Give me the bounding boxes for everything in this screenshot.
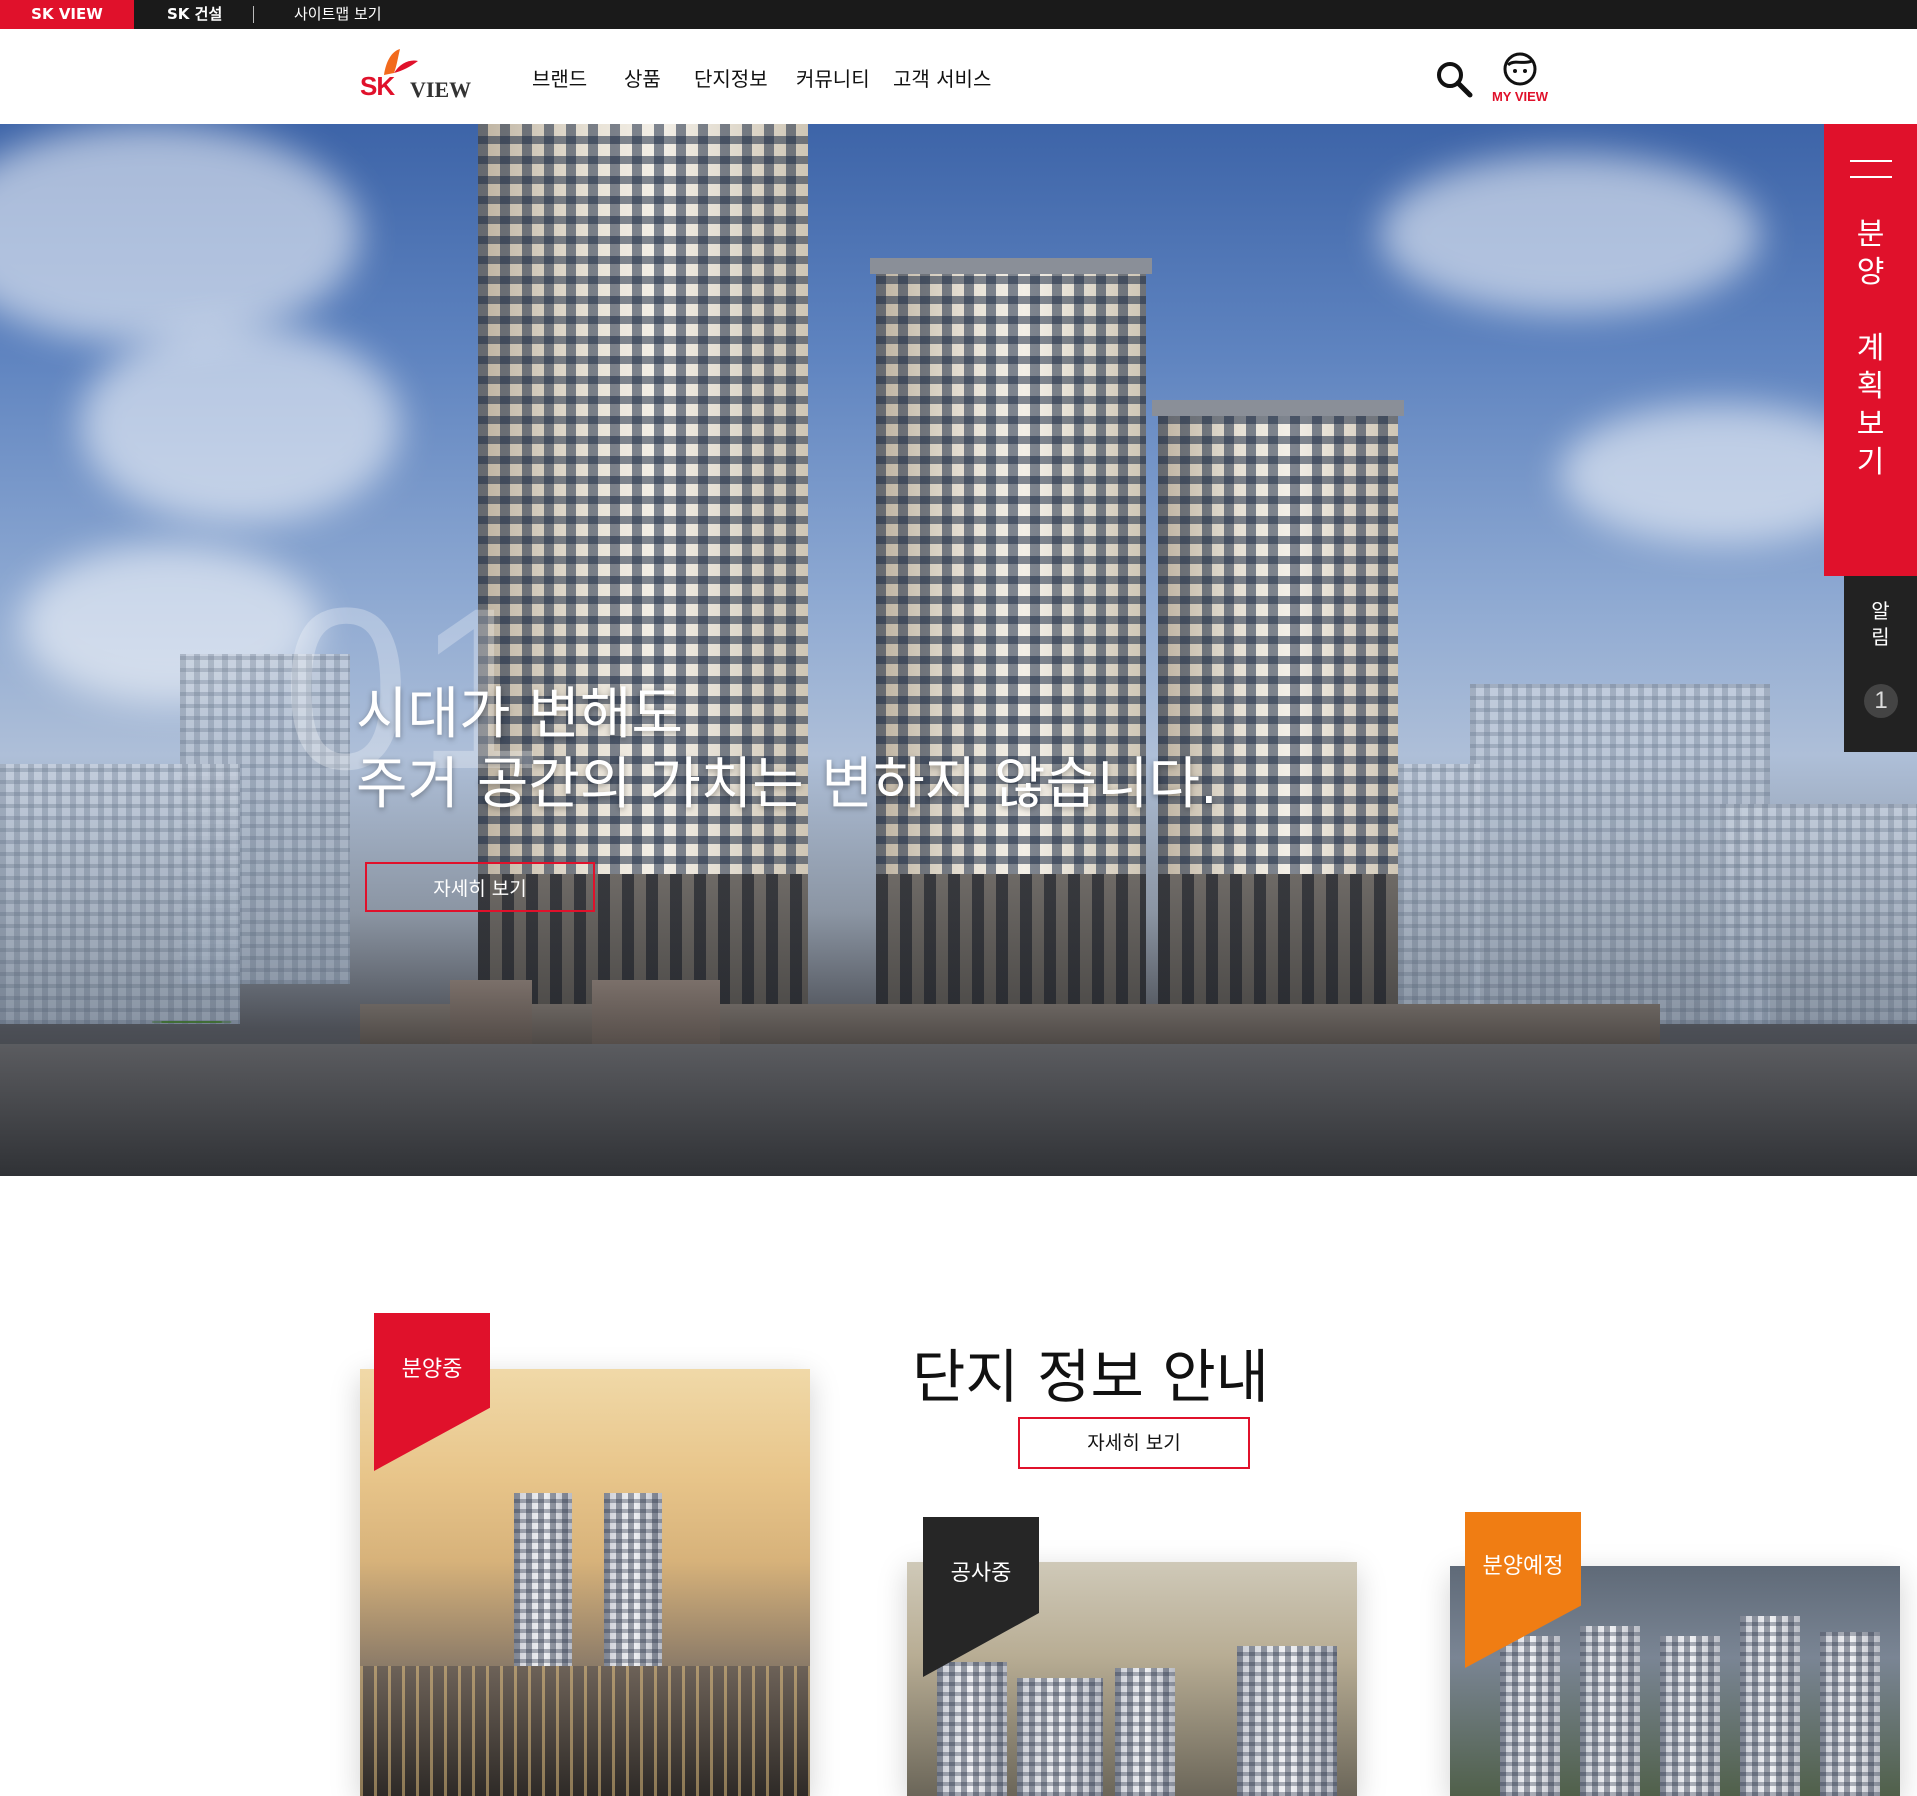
sk-view-logo[interactable]: SK VIEW: [358, 47, 473, 107]
cloud: [0, 124, 360, 344]
hero-title-line1: 시대가 변해도: [356, 682, 683, 747]
menu-icon-line: [1850, 176, 1892, 178]
street: [0, 1044, 1917, 1176]
hero-detail-button[interactable]: 자세히 보기: [365, 862, 595, 912]
complex-detail-button[interactable]: 자세히 보기: [1018, 1417, 1250, 1469]
nav-community[interactable]: 커뮤니티: [796, 63, 870, 92]
sales-plan-tab[interactable]: 분양계획보기: [1824, 124, 1917, 576]
hero-banner: 01 시대가 변해도 주거 공간의 가치는 변하지 않습니다. 자세히 보기: [0, 124, 1917, 1176]
my-view-button[interactable]: MY VIEW: [1488, 51, 1552, 111]
sk-construction-link[interactable]: SK 건설: [167, 0, 222, 29]
menu-icon: [1850, 160, 1892, 162]
card-building: [1740, 1616, 1800, 1796]
logo-view-text: VIEW: [410, 77, 472, 102]
cloud: [1380, 154, 1760, 314]
notice-tab[interactable]: 알림 1: [1844, 576, 1917, 752]
card-cityscape: [360, 1666, 810, 1796]
nav-brand[interactable]: 브랜드: [532, 63, 587, 92]
face-icon: [1503, 52, 1537, 86]
card-building: [1115, 1668, 1175, 1796]
nav-customer-service[interactable]: 고객 서비스: [893, 63, 991, 92]
sitemap-link[interactable]: 사이트맵 보기: [294, 0, 382, 29]
sk-view-link[interactable]: SK VIEW: [0, 0, 134, 29]
apartment-tower: [870, 258, 1152, 1024]
notice-count-badge: 1: [1864, 684, 1898, 718]
search-icon[interactable]: [1434, 59, 1474, 99]
card-building: [1820, 1632, 1880, 1796]
badge-label: 분양예정: [1482, 1554, 1564, 1579]
badge-label: 분양중: [401, 1357, 463, 1382]
card-building: [937, 1662, 1007, 1796]
my-view-label: MY VIEW: [1491, 89, 1549, 104]
card-building: [1500, 1636, 1560, 1796]
card-building: [1237, 1646, 1337, 1796]
section-title: 단지 정보 안내: [912, 1343, 1270, 1411]
cloud: [80, 324, 400, 524]
nav-products[interactable]: 상품: [624, 63, 661, 92]
card-building: [1017, 1678, 1103, 1796]
card-building: [1660, 1636, 1720, 1796]
hero-title: 시대가 변해도 주거 공간의 가치는 변하지 않습니다.: [356, 680, 1218, 820]
top-utility-bar: SK VIEW SK 건설 사이트맵 보기: [0, 0, 1917, 29]
notice-label: 알림: [1871, 599, 1890, 649]
logo-sk-text: SK: [360, 71, 395, 101]
sales-plan-label: 분양계획보기: [1856, 217, 1885, 480]
hero-title-line2: 주거 공간의 가치는 변하지 않습니다.: [356, 752, 1218, 817]
badge-label: 공사중: [950, 1561, 1012, 1586]
main-header: SK VIEW 브랜드 상품 단지정보 커뮤니티 고객 서비스 MY VIEW: [0, 29, 1917, 125]
card-building: [1580, 1626, 1640, 1796]
divider: [253, 6, 254, 23]
nav-complex-info[interactable]: 단지정보: [694, 63, 768, 92]
